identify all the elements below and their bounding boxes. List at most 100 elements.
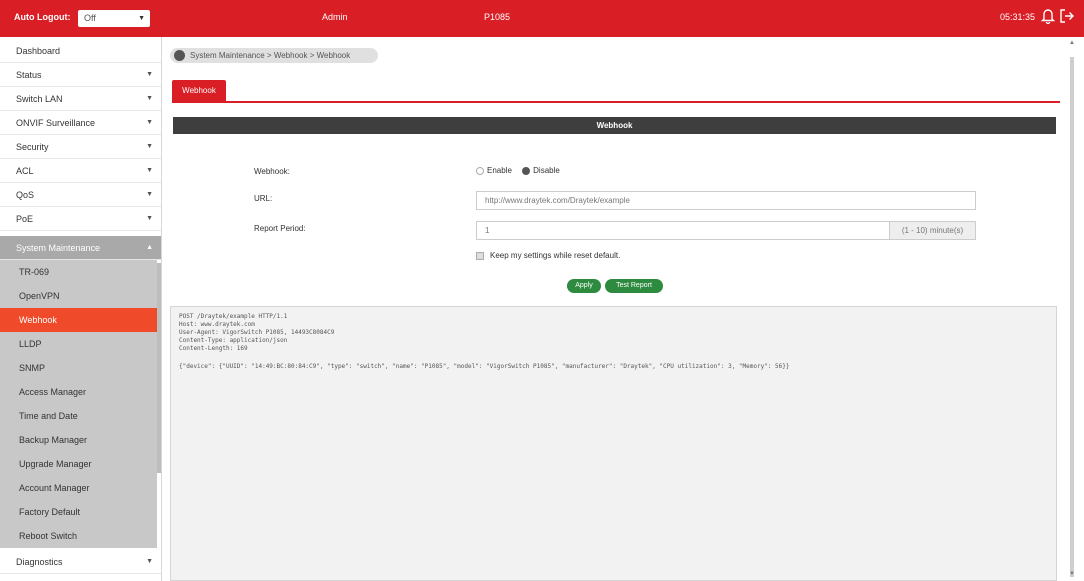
chevron-down-icon: ▼: [146, 95, 153, 102]
sidebar-item-acl[interactable]: ACL ▼: [0, 159, 161, 183]
keep-settings-label: Keep my settings while reset default.: [490, 251, 621, 260]
sidebar-subitem-upgrade-manager[interactable]: Upgrade Manager: [0, 452, 157, 476]
apply-button[interactable]: Apply: [567, 279, 601, 293]
sidebar-subitem-label: Account Manager: [19, 483, 90, 493]
breadcrumb-text: System Maintenance > Webhook > Webhook: [190, 51, 351, 60]
enable-label: Enable: [487, 166, 512, 175]
sidebar-subitem-label: SNMP: [19, 363, 46, 373]
code-line: User-Agent: VigorSwitch P1085, 14493C808…: [179, 329, 335, 336]
tab-webhook[interactable]: Webhook: [172, 80, 226, 101]
sidebar-item-label: Security: [16, 142, 49, 152]
sidebar-subitem-snmp[interactable]: SNMP: [0, 356, 157, 380]
sidebar-subitem-label: Access Manager: [19, 387, 87, 397]
sidebar-item-system-maintenance[interactable]: System Maintenance ▲: [0, 236, 161, 260]
chevron-down-icon: ▼: [146, 558, 153, 565]
bell-icon[interactable]: [1040, 7, 1056, 25]
sidebar-item-dashboard[interactable]: Dashboard: [0, 39, 161, 63]
logout-icon[interactable]: [1058, 7, 1076, 25]
report-period-input[interactable]: 1 (1 - 10) minute(s): [476, 221, 976, 240]
sidebar-item-label: Diagnostics: [16, 557, 63, 567]
radio-selected-icon: [522, 166, 531, 175]
sidebar-subitem-label: Upgrade Manager: [19, 459, 92, 469]
sidebar-item-label: ACL: [16, 166, 34, 176]
sidebar-item-switch-lan[interactable]: Switch LAN ▼: [0, 87, 161, 111]
code-line: POST /Draytek/example HTTP/1.1: [179, 313, 288, 320]
sidebar-item-onvif[interactable]: ONVIF Surveillance ▼: [0, 111, 161, 135]
scroll-up-icon[interactable]: ▲: [1069, 40, 1075, 46]
url-label: URL:: [254, 194, 273, 203]
device-model: P1085: [484, 12, 511, 22]
sidebar-subitem-tr069[interactable]: TR-069: [0, 260, 157, 284]
sidebar-subitem-label: TR-069: [19, 267, 50, 277]
sidebar-subitem-reboot-switch[interactable]: Reboot Switch: [0, 524, 157, 548]
sidebar-subitem-openvpn[interactable]: OpenVPN: [0, 284, 157, 308]
sidebar-scrollbar[interactable]: [157, 263, 161, 473]
sidebar-item-label: QoS: [16, 190, 35, 200]
breadcrumb: System Maintenance > Webhook > Webhook: [170, 48, 378, 63]
chevron-down-icon: ▼: [146, 71, 153, 78]
chevron-down-icon: ▼: [146, 119, 153, 126]
user-name: Admin: [322, 12, 348, 22]
checkbox-icon: [476, 251, 484, 260]
code-json-body: {"device": {"UUID": "14:49:BC:80:84:C9",…: [179, 363, 790, 370]
keep-settings-checkbox[interactable]: Keep my settings while reset default.: [476, 251, 620, 260]
sidebar-subitem-access-manager[interactable]: Access Manager: [0, 380, 157, 404]
auto-logout-label: Auto Logout:: [14, 12, 71, 22]
sidebar-item-label: Switch LAN: [16, 94, 63, 104]
code-line: Content-Type: application/json: [179, 337, 288, 344]
sidebar-subitem-account-manager[interactable]: Account Manager: [0, 476, 157, 500]
sidebar-subitem-label: LLDP: [19, 339, 42, 349]
sidebar-subitem-factory-default[interactable]: Factory Default: [0, 500, 157, 524]
system-time: 05:31:35: [1000, 12, 1036, 22]
section-title: Webhook: [173, 117, 1056, 134]
report-period-unit: (1 - 10) minute(s): [889, 222, 975, 239]
sidebar-subitem-label: Time and Date: [19, 411, 78, 421]
sidebar-item-label: ONVIF Surveillance: [16, 118, 96, 128]
sidebar-item-qos[interactable]: QoS ▼: [0, 183, 161, 207]
tab-underline: [172, 101, 1060, 103]
auto-logout-value: Off: [84, 13, 96, 23]
sidebar-item-label: Dashboard: [16, 46, 61, 56]
sidebar-subitem-backup-manager[interactable]: Backup Manager: [0, 428, 157, 452]
report-period-label: Report Period:: [254, 224, 306, 233]
sidebar-subitem-label: Factory Default: [19, 507, 81, 517]
auto-logout-select[interactable]: Off ▼: [78, 10, 150, 27]
sidebar-subitem-time-date[interactable]: Time and Date: [0, 404, 157, 428]
sidebar-subitem-label: OpenVPN: [19, 291, 60, 301]
test-report-button[interactable]: Test Report: [605, 279, 663, 293]
chevron-down-icon: ▼: [138, 15, 145, 22]
disable-label: Disable: [533, 166, 560, 175]
sidebar: Dashboard Status ▼ Switch LAN ▼ ONVIF Surv…: [0, 37, 162, 581]
chevron-down-icon: ▼: [146, 215, 153, 222]
sidebar-item-label: System Maintenance: [16, 243, 101, 253]
chevron-down-icon: ▼: [146, 143, 153, 150]
webhook-radio-group: Enable Disable: [476, 166, 560, 175]
disable-radio[interactable]: Disable: [522, 166, 560, 175]
sidebar-subitem-lldp[interactable]: LLDP: [0, 332, 157, 356]
enable-radio[interactable]: Enable: [476, 166, 512, 175]
sidebar-subitem-webhook[interactable]: Webhook: [0, 308, 157, 332]
url-input[interactable]: http://www.draytek.com/Draytek/example: [476, 191, 976, 210]
sidebar-item-diagnostics[interactable]: Diagnostics ▼: [0, 550, 161, 574]
webhook-label: Webhook:: [254, 167, 290, 176]
chevron-down-icon: ▼: [146, 191, 153, 198]
radio-icon: [476, 166, 484, 175]
sidebar-item-label: Status: [16, 70, 42, 80]
code-line: Host: www.draytek.com: [179, 321, 255, 328]
tab-label: Webhook: [182, 86, 216, 95]
scroll-down-icon[interactable]: ▼: [1069, 571, 1075, 577]
sidebar-item-label: PoE: [16, 214, 34, 224]
sidebar-item-status[interactable]: Status ▼: [0, 63, 161, 87]
top-bar: Auto Logout: Off ▼ Admin P1085 05:31:35: [0, 0, 1084, 37]
sidebar-subitem-label: Webhook: [19, 315, 57, 325]
request-preview: POST /Draytek/example HTTP/1.1 Host: www…: [170, 306, 1057, 581]
sidebar-item-poe[interactable]: PoE ▼: [0, 207, 161, 231]
sidebar-item-security[interactable]: Security ▼: [0, 135, 161, 159]
chevron-up-icon: ▲: [146, 244, 153, 251]
chevron-down-icon: ▼: [146, 167, 153, 174]
home-icon[interactable]: [174, 50, 185, 61]
scroll-thumb[interactable]: [1070, 57, 1074, 577]
sidebar-subitem-label: Reboot Switch: [19, 531, 78, 541]
code-line: Content-Length: 169: [179, 345, 248, 352]
page-scrollbar[interactable]: ▲ ▼: [1067, 37, 1077, 581]
